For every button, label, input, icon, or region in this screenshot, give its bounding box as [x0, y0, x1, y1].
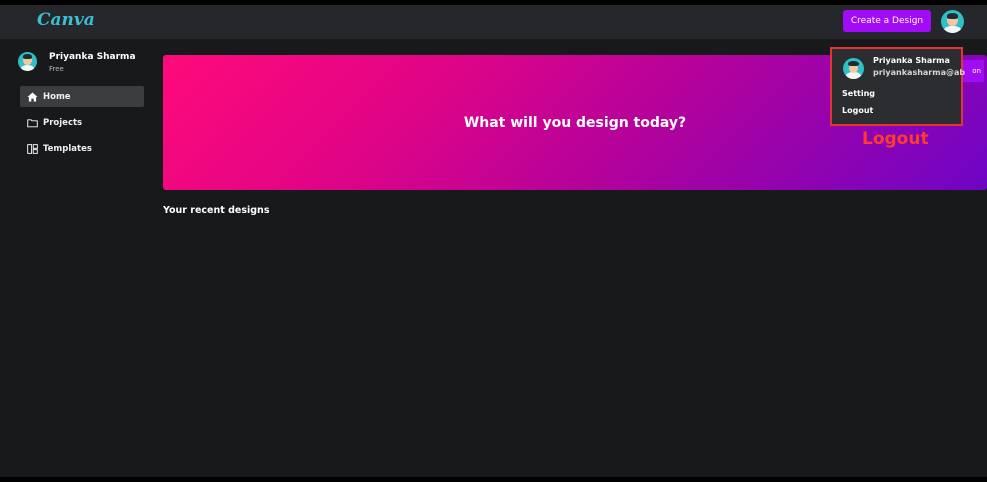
hero-side-button[interactable]: on: [962, 60, 984, 82]
sidebar-item-label: Templates: [43, 143, 92, 154]
sidebar-item-label: Projects: [43, 117, 83, 128]
dropdown-user-name: Priyanka Sharma: [873, 56, 950, 65]
menu-item-logout[interactable]: Logout: [842, 106, 873, 115]
app-frame: Canva Create a Design Priyanka Sharma Fr…: [0, 5, 987, 477]
canva-logo[interactable]: Canva: [37, 10, 95, 30]
sidebar-avatar: [18, 52, 37, 71]
dropdown-avatar: [843, 58, 864, 79]
sidebar-item-label: Home: [43, 91, 71, 102]
profile-avatar-button[interactable]: [941, 10, 964, 33]
hero-title: What will you design today?: [463, 114, 687, 131]
sidebar-item-projects[interactable]: Projects: [20, 112, 144, 133]
sidebar-plan-label: Free: [49, 65, 64, 73]
logout-callout-label: Logout: [862, 129, 929, 149]
dropdown-user-email: priyankasharma@abc.com: [873, 68, 965, 77]
profile-dropdown: Priyanka Sharma priyankasharma@abc.com S…: [830, 47, 965, 126]
sidebar-item-home[interactable]: Home: [20, 86, 144, 107]
menu-item-setting[interactable]: Setting: [842, 89, 875, 98]
home-icon: [27, 91, 38, 102]
sidebar-item-templates[interactable]: Templates: [20, 138, 144, 159]
sidebar-user-name: Priyanka Sharma: [49, 52, 136, 62]
templates-icon: [27, 143, 38, 154]
folder-icon: [27, 118, 38, 127]
recent-designs-heading: Your recent designs: [163, 205, 270, 216]
top-bar: Canva Create a Design: [0, 5, 987, 39]
create-design-button[interactable]: Create a Design: [843, 10, 931, 32]
